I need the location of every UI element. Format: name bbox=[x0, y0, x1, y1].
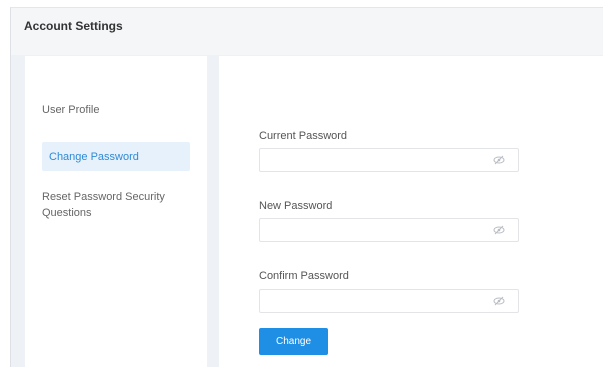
confirm-password-input[interactable] bbox=[260, 290, 496, 312]
page-header: Account Settings bbox=[11, 8, 603, 55]
sidebar-item-user-profile[interactable]: User Profile bbox=[42, 102, 190, 118]
account-settings-window: Account Settings User Profile Change Pas… bbox=[10, 7, 603, 368]
eye-slash-icon[interactable] bbox=[493, 225, 505, 235]
eye-slash-icon[interactable] bbox=[493, 296, 505, 306]
current-password-field[interactable] bbox=[259, 148, 519, 172]
eye-slash-icon[interactable] bbox=[493, 155, 505, 165]
current-password-label: Current Password bbox=[259, 130, 348, 142]
change-button[interactable]: Change bbox=[259, 328, 328, 355]
sidebar-item-change-password[interactable]: Change Password bbox=[42, 142, 190, 171]
new-password-label: New Password bbox=[259, 200, 333, 212]
sidebar-item-reset-security-questions[interactable]: Reset Password Security Questions bbox=[42, 189, 182, 221]
change-password-panel: Current Password New Password Confirm Pa… bbox=[219, 56, 603, 368]
confirm-password-label: Confirm Password bbox=[259, 270, 349, 282]
confirm-password-field[interactable] bbox=[259, 289, 519, 313]
page-title: Account Settings bbox=[24, 19, 123, 33]
settings-sidebar: User Profile Change Password Reset Passw… bbox=[25, 56, 207, 368]
current-password-input[interactable] bbox=[260, 149, 496, 171]
new-password-field[interactable] bbox=[259, 218, 519, 242]
new-password-input[interactable] bbox=[260, 219, 496, 241]
